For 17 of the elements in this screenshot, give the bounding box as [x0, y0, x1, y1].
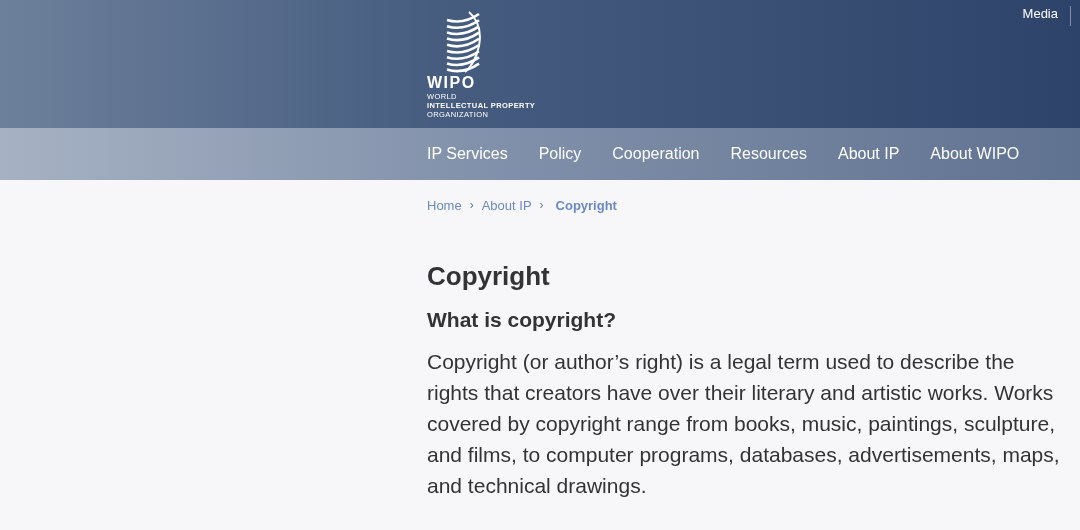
section-heading: What is copyright?	[427, 307, 617, 333]
nav-link[interactable]: Resources	[730, 145, 807, 163]
top-link[interactable]: Media	[1022, 6, 1071, 26]
nav-link[interactable]: IP Services	[427, 145, 508, 163]
page-title: Copyright	[427, 261, 551, 291]
logo-wordmark: WIPO	[427, 74, 476, 92]
nav-link[interactable]: About IP	[837, 145, 900, 163]
breadcrumb-link[interactable]: Home	[427, 197, 462, 213]
globe-logo-icon	[445, 10, 483, 74]
nav-link[interactable]: About WIPO	[930, 145, 1020, 163]
breadcrumb-link[interactable]: About IP	[481, 197, 532, 213]
paragraph: Copyright (or author’s right) is a legal term used to describe the rights that creators have over their literary and artistic works. Works covered by copyright range from books, music, paintings, sculpture, and films, to computer programs, databases, advertisements, maps, and technical drawings.	[427, 349, 1060, 499]
nav-link[interactable]: Cooperation	[612, 145, 700, 163]
breadcrumb-separator: ›	[539, 198, 544, 212]
nav-link[interactable]: Policy	[538, 145, 582, 163]
breadcrumb-current: Copyright	[555, 197, 617, 213]
breadcrumb-separator: ›	[469, 198, 474, 212]
